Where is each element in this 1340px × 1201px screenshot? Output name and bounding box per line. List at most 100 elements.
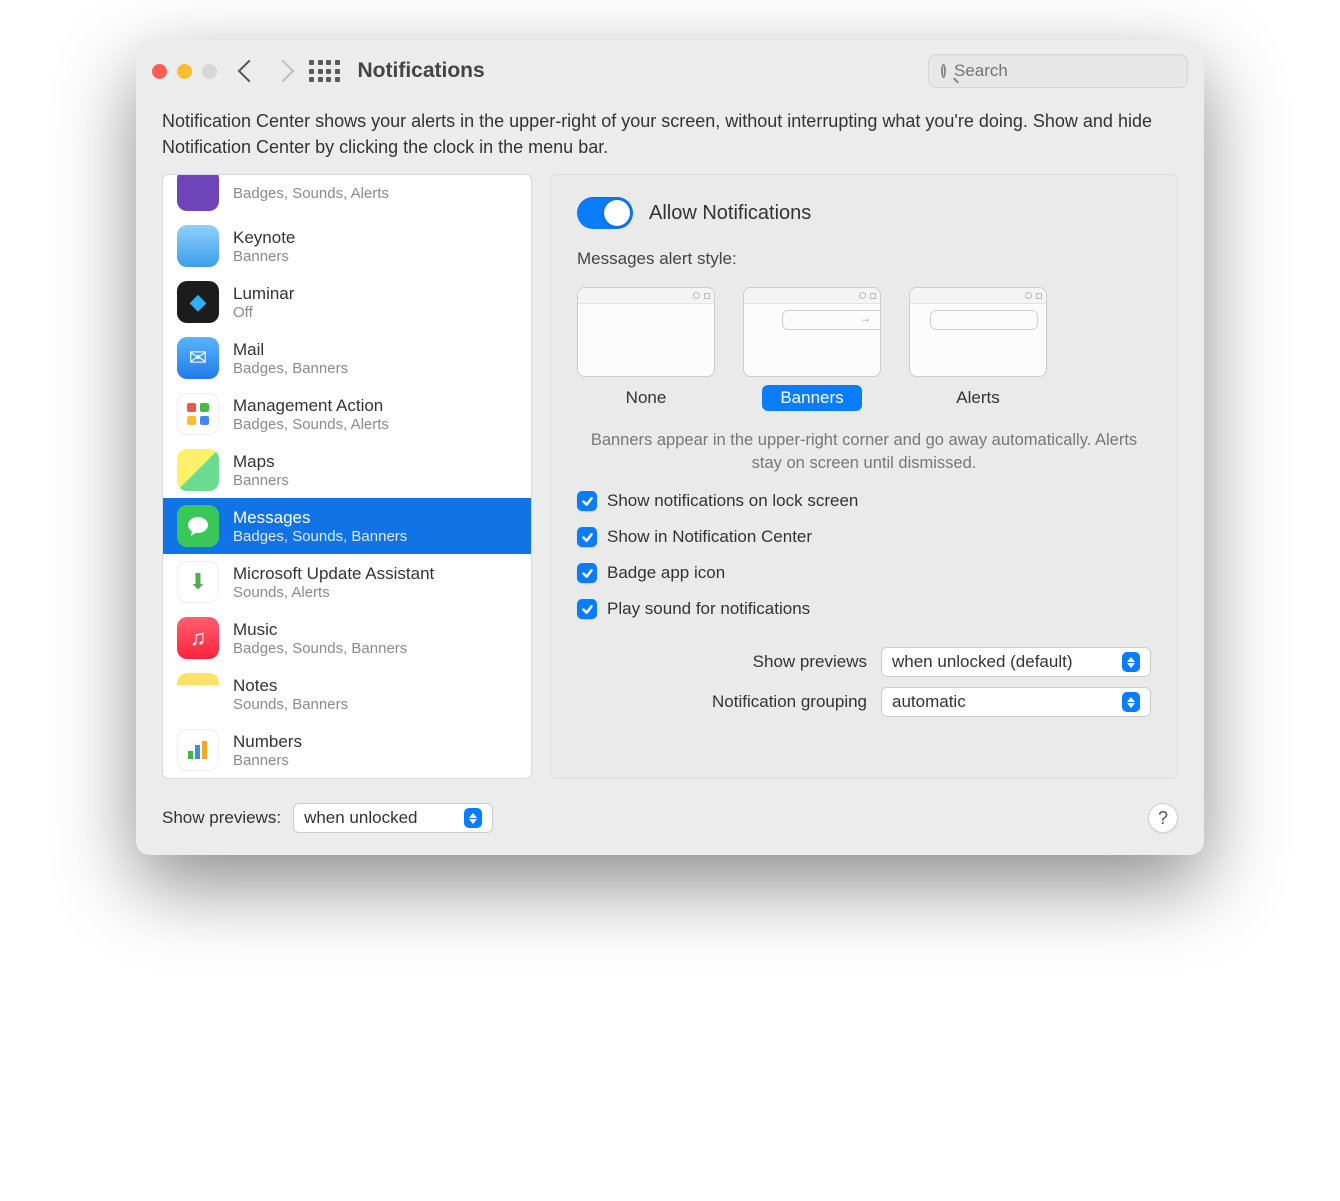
check-icon xyxy=(577,563,597,583)
app-row[interactable]: Badges, Sounds, Alerts xyxy=(163,175,531,218)
check-notif-center[interactable]: Show in Notification Center xyxy=(577,527,1151,547)
app-sub: Sounds, Banners xyxy=(233,696,348,713)
detail-panel: Allow Notifications Messages alert style… xyxy=(550,174,1178,779)
app-row-mail[interactable]: ✉ Mail Badges, Banners xyxy=(163,330,531,386)
select-value: automatic xyxy=(892,692,966,712)
alert-preview-banners xyxy=(743,287,881,377)
app-row-music[interactable]: ♫ Music Badges, Sounds, Banners xyxy=(163,610,531,666)
app-row-management-action[interactable]: Management Action Badges, Sounds, Alerts xyxy=(163,386,531,442)
app-row-luminar[interactable]: ◆ Luminar Off xyxy=(163,274,531,330)
app-row-keynote[interactable]: Keynote Banners xyxy=(163,218,531,274)
zoom-window-button[interactable] xyxy=(202,64,217,79)
alert-style-name: Alerts xyxy=(938,385,1017,411)
mail-icon: ✉ xyxy=(177,337,219,379)
traffic-lights xyxy=(152,64,217,79)
check-badge[interactable]: Badge app icon xyxy=(577,563,1151,583)
app-sub: Badges, Sounds, Banners xyxy=(233,528,407,545)
window-title: Notifications xyxy=(358,59,485,83)
notification-grouping-select[interactable]: automatic xyxy=(881,687,1151,717)
chevron-updown-icon xyxy=(1122,652,1140,672)
app-row-messages[interactable]: Messages Badges, Sounds, Banners xyxy=(163,498,531,554)
app-name: Mail xyxy=(233,340,348,360)
check-label: Badge app icon xyxy=(607,563,725,583)
check-label: Play sound for notifications xyxy=(607,599,810,619)
search-input[interactable] xyxy=(954,61,1175,81)
app-name: Music xyxy=(233,620,407,640)
alert-style-alerts[interactable]: Alerts xyxy=(909,287,1047,411)
app-sub: Badges, Sounds, Banners xyxy=(233,640,407,657)
app-sub: Badges, Banners xyxy=(233,360,348,377)
music-icon: ♫ xyxy=(177,617,219,659)
intro-text: Notification Center shows your alerts in… xyxy=(136,102,1204,174)
app-name: Keynote xyxy=(233,228,295,248)
messages-icon xyxy=(177,505,219,547)
allow-notifications-toggle[interactable] xyxy=(577,197,633,229)
chevron-updown-icon xyxy=(1122,692,1140,712)
footer-previews-label: Show previews: xyxy=(162,808,281,828)
footer-previews-select[interactable]: when unlocked xyxy=(293,803,493,833)
app-name: Maps xyxy=(233,452,289,472)
help-button[interactable]: ? xyxy=(1148,803,1178,833)
search-icon xyxy=(941,64,946,78)
alert-style-label: Messages alert style: xyxy=(577,249,1151,269)
body: Badges, Sounds, Alerts Keynote Banners ◆… xyxy=(136,174,1204,785)
back-button[interactable] xyxy=(238,60,261,83)
show-all-prefs-button[interactable] xyxy=(309,60,340,82)
show-previews-select[interactable]: when unlocked (default) xyxy=(881,647,1151,677)
app-name: Microsoft Update Assistant xyxy=(233,564,434,584)
check-icon xyxy=(577,491,597,511)
check-label: Show notifications on lock screen xyxy=(607,491,858,511)
preferences-window: Notifications Notification Center shows … xyxy=(136,40,1204,855)
app-name: Messages xyxy=(233,508,407,528)
app-sub: Banners xyxy=(233,248,295,265)
app-sub: Badges, Sounds, Alerts xyxy=(233,416,389,433)
app-list[interactable]: Badges, Sounds, Alerts Keynote Banners ◆… xyxy=(162,174,532,779)
check-icon xyxy=(577,599,597,619)
app-row-microsoft-update[interactable]: ⬇ Microsoft Update Assistant Sounds, Ale… xyxy=(163,554,531,610)
app-sub: Banners xyxy=(233,472,289,489)
app-icon xyxy=(177,174,219,211)
check-sound[interactable]: Play sound for notifications xyxy=(577,599,1151,619)
app-name: Luminar xyxy=(233,284,294,304)
footer: Show previews: when unlocked ? xyxy=(136,785,1204,855)
app-name: Management Action xyxy=(233,396,389,416)
allow-notifications-label: Allow Notifications xyxy=(649,202,811,225)
alert-style-help: Banners appear in the upper-right corner… xyxy=(577,429,1151,475)
notes-icon xyxy=(177,673,219,715)
check-lockscreen[interactable]: Show notifications on lock screen xyxy=(577,491,1151,511)
alert-preview-alerts xyxy=(909,287,1047,377)
alert-preview-none xyxy=(577,287,715,377)
microsoft-update-icon: ⬇ xyxy=(177,561,219,603)
alert-style-banners[interactable]: Banners xyxy=(743,287,881,411)
alert-style-none[interactable]: None xyxy=(577,287,715,411)
app-sub: Banners xyxy=(233,752,302,769)
select-value: when unlocked (default) xyxy=(892,652,1073,672)
maps-icon xyxy=(177,449,219,491)
select-value: when unlocked xyxy=(304,808,417,828)
app-row-numbers[interactable]: Numbers Banners xyxy=(163,722,531,778)
alert-style-options: None Banners Alerts xyxy=(577,287,1151,411)
chevron-updown-icon xyxy=(464,808,482,828)
keynote-icon xyxy=(177,225,219,267)
app-name: Notes xyxy=(233,676,348,696)
app-sub: Sounds, Alerts xyxy=(233,584,434,601)
search-field[interactable] xyxy=(928,54,1188,88)
app-name: Numbers xyxy=(233,732,302,752)
forward-button xyxy=(272,60,295,83)
app-sub: Off xyxy=(233,304,294,321)
check-icon xyxy=(577,527,597,547)
app-row-notes[interactable]: Notes Sounds, Banners xyxy=(163,666,531,722)
alert-style-name: Banners xyxy=(762,385,861,411)
nav-arrows xyxy=(241,63,291,79)
show-previews-label: Show previews xyxy=(753,652,867,672)
app-row-maps[interactable]: Maps Banners xyxy=(163,442,531,498)
management-action-icon xyxy=(177,393,219,435)
minimize-window-button[interactable] xyxy=(177,64,192,79)
alert-style-name: None xyxy=(608,385,685,411)
numbers-icon xyxy=(177,729,219,771)
notification-grouping-label: Notification grouping xyxy=(712,692,867,712)
titlebar: Notifications xyxy=(136,40,1204,102)
luminar-icon: ◆ xyxy=(177,281,219,323)
app-sub: Badges, Sounds, Alerts xyxy=(233,185,389,202)
close-window-button[interactable] xyxy=(152,64,167,79)
